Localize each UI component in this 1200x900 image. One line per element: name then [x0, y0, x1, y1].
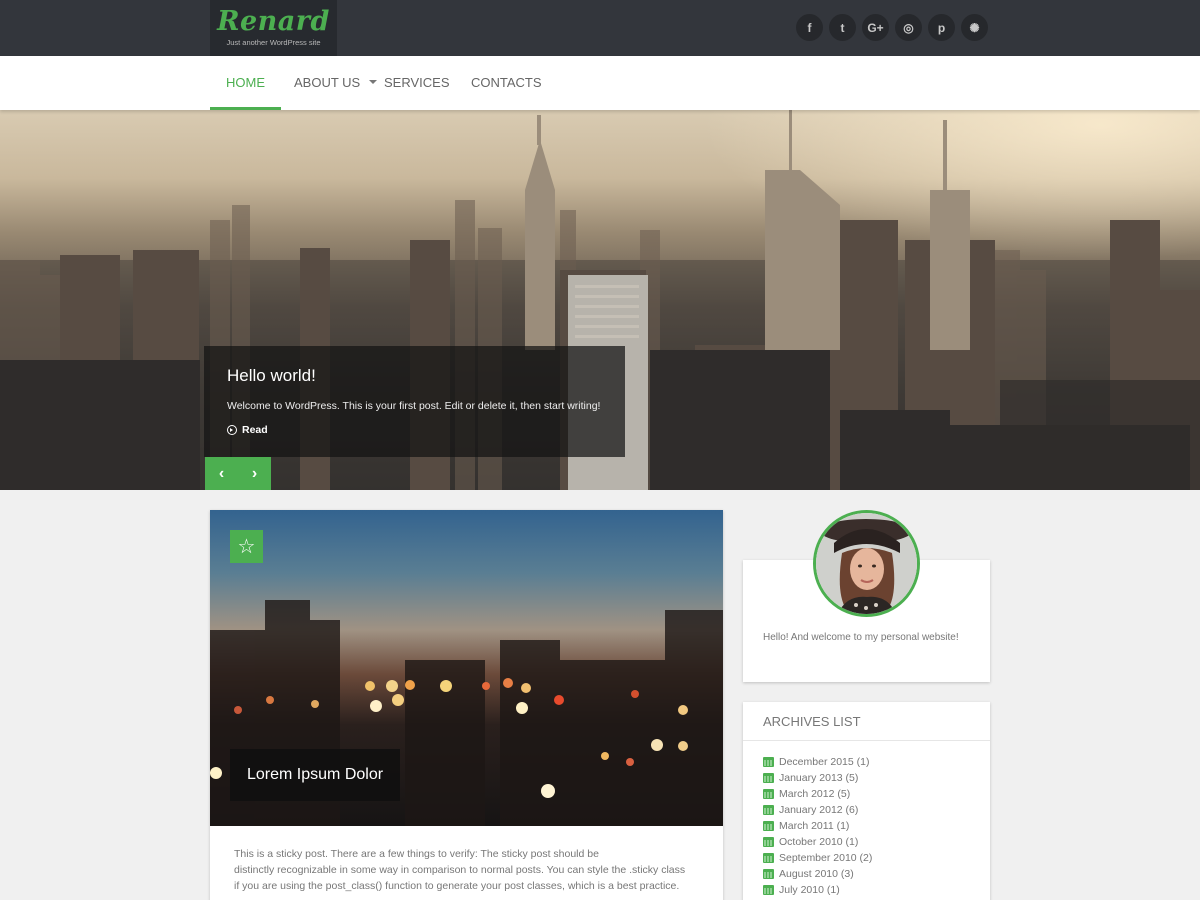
nav-item-contacts[interactable]: CONTACTS	[471, 56, 542, 110]
archive-list: December 2015 (1) January 2013 (5) March…	[743, 741, 990, 898]
pinterest-icon[interactable]: p	[928, 14, 955, 41]
archive-item[interactable]: March 2011 (1)	[763, 818, 970, 834]
calendar-icon	[763, 869, 774, 879]
hero-slider: Hello world! Welcome to WordPress. This …	[0, 110, 1200, 490]
archives-widget: ARCHIVES LIST December 2015 (1) January …	[743, 702, 990, 900]
nav-item-about-us[interactable]: ABOUT US	[294, 56, 378, 110]
post-excerpt: This is a sticky post. There are a few t…	[210, 826, 723, 900]
nav-item-services[interactable]: SERVICES	[384, 56, 450, 110]
archive-item[interactable]: January 2013 (5)	[763, 770, 970, 786]
archives-title: ARCHIVES LIST	[743, 702, 990, 741]
archive-link[interactable]: July 2010 (1)	[779, 882, 840, 898]
nav-item-home[interactable]: HOME	[210, 56, 281, 110]
archive-link[interactable]: March 2011 (1)	[779, 818, 849, 834]
nav-item-label: ABOUT US	[294, 75, 361, 90]
star-icon: ☆	[230, 530, 263, 563]
archive-item[interactable]: January 2012 (6)	[763, 802, 970, 818]
archive-item[interactable]: October 2010 (1)	[763, 834, 970, 850]
slider-caption: Hello world! Welcome to WordPress. This …	[204, 346, 625, 457]
calendar-icon	[763, 757, 774, 767]
slider-next-button[interactable]: ›	[238, 457, 271, 490]
post-excerpt-line: This is a sticky post. There are a few t…	[234, 848, 599, 860]
archive-link[interactable]: August 2010 (3)	[779, 866, 854, 882]
slider-title[interactable]: Hello world!	[227, 366, 602, 386]
calendar-icon	[763, 805, 774, 815]
calendar-icon	[763, 821, 774, 831]
archive-link[interactable]: March 2012 (5)	[779, 786, 850, 802]
dribbble-icon[interactable]: ✺	[961, 14, 988, 41]
archive-item[interactable]: July 2010 (1)	[763, 882, 970, 898]
instagram-icon[interactable]: ◎	[895, 14, 922, 41]
read-more-label: Read	[242, 424, 268, 436]
site-logo[interactable]: Renard Just another WordPress site	[210, 0, 337, 56]
calendar-icon	[763, 773, 774, 783]
archive-item[interactable]: September 2010 (2)	[763, 850, 970, 866]
facebook-icon[interactable]: f	[796, 14, 823, 41]
chevron-down-icon	[369, 80, 378, 85]
site-title: Renard	[217, 6, 330, 37]
calendar-icon	[763, 885, 774, 895]
calendar-icon	[763, 837, 774, 847]
post-featured-image[interactable]: ☆ Lorem Ipsum Dolor	[210, 510, 723, 826]
archive-link[interactable]: December 2015 (1)	[779, 754, 869, 770]
post-card: ☆ Lorem Ipsum Dolor This is a sticky pos…	[210, 510, 723, 900]
calendar-icon	[763, 853, 774, 863]
calendar-icon	[763, 789, 774, 799]
about-text: Hello! And welcome to my personal websit…	[763, 632, 959, 643]
top-bar: Renard Just another WordPress site f t G…	[0, 0, 1200, 56]
slider-text: Welcome to WordPress. This is your first…	[227, 400, 601, 412]
archive-link[interactable]: September 2010 (2)	[779, 850, 872, 866]
archive-link[interactable]: January 2013 (5)	[779, 770, 858, 786]
site-tagline: Just another WordPress site	[226, 38, 321, 47]
slider-arrows: ‹ ›	[205, 457, 271, 490]
archive-link[interactable]: January 2012 (6)	[779, 802, 858, 818]
author-avatar	[813, 510, 920, 617]
slider-prev-button[interactable]: ‹	[205, 457, 238, 490]
post-title[interactable]: Lorem Ipsum Dolor	[230, 749, 401, 801]
social-links: f t G+ ◎ p ✺	[796, 14, 988, 41]
main-nav: HOME ABOUT US SERVICES CONTACTS	[0, 56, 1200, 110]
twitter-icon[interactable]: t	[829, 14, 856, 41]
archive-item[interactable]: August 2010 (3)	[763, 866, 970, 882]
archive-item[interactable]: December 2015 (1)	[763, 754, 970, 770]
post-excerpt-line: distinctly recognizable in some way in c…	[234, 864, 686, 876]
author-portrait-image	[816, 513, 917, 614]
post-excerpt-line: if you are using the post_class() functi…	[234, 880, 680, 892]
play-circle-icon	[227, 425, 237, 435]
archive-item[interactable]: March 2012 (5)	[763, 786, 970, 802]
google-plus-icon[interactable]: G+	[862, 14, 889, 41]
archive-link[interactable]: October 2010 (1)	[779, 834, 858, 850]
read-more-link[interactable]: Read	[227, 424, 602, 436]
